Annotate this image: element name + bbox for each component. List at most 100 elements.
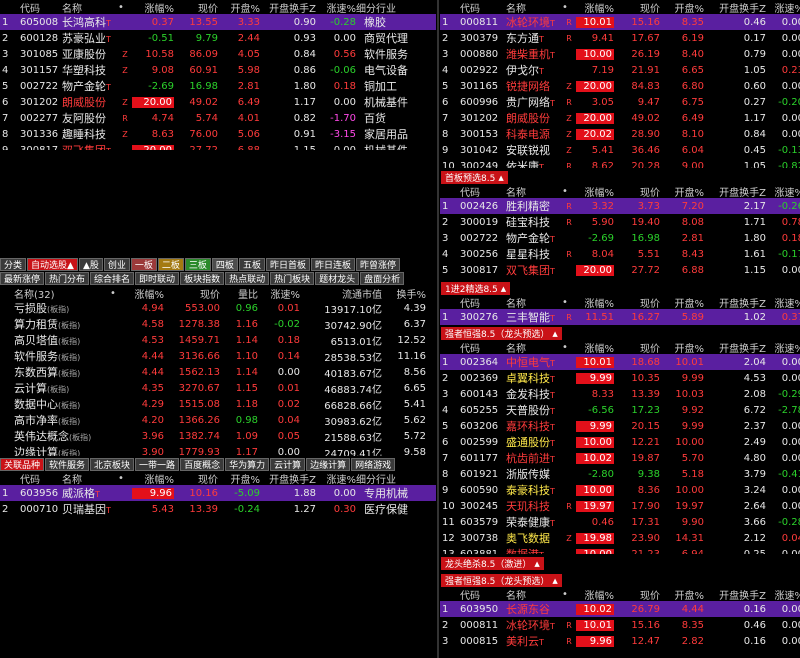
table-row[interactable]: 11 603579 荣泰健康T 0.46 17.31 9.90 3.66 -0.28 (440, 514, 800, 530)
col-header[interactable]: • (110, 288, 118, 299)
table-row[interactable]: 1 002426 胜利精密 R 3.32 3.73 7.20 2.17 -0.26 (440, 198, 800, 214)
table-row[interactable]: 4 002922 伊戈尔T 7.19 21.91 6.65 1.05 0.23 (440, 62, 800, 78)
board4-title[interactable]: 龙头绝杀8.5（激进） ▲ (441, 557, 544, 570)
col-header[interactable]: 涨速% (316, 471, 356, 486)
col-header[interactable]: 现价 (614, 0, 660, 15)
tab-tabs1-2[interactable]: ▲股 (78, 258, 103, 271)
table-row[interactable]: 10 300249 依米康T R 8.62 20.28 9.00 1.05 -0.82 (440, 158, 800, 168)
tab-tabs2-7[interactable]: 题材龙头 (315, 272, 360, 285)
col-header[interactable]: 涨速% (766, 0, 800, 15)
table-row[interactable]: 1 605008 长鸿高科T 0.37 13.55 3.33 0.90 -0.28 橡胶 (0, 14, 436, 30)
col-header[interactable]: 换手% (382, 286, 426, 301)
table-row[interactable]: 1 603956 威派格T 9.96 10.16 -5.09 1.88 0.00 专用机械 (0, 485, 436, 501)
table-row[interactable]: 4 300256 星星科技 R 8.04 5.51 8.43 1.61 -0.17 (440, 246, 800, 262)
col-header[interactable]: 名称 (506, 0, 562, 15)
col-header[interactable]: • (118, 473, 132, 484)
col-header[interactable]: 名称 (506, 184, 562, 199)
tab-tabs3-8[interactable]: 网络游戏 (351, 458, 396, 471)
col-header[interactable]: 开盘% (660, 587, 704, 602)
table-row[interactable]: 7 601177 杭齿前进T 10.02 19.87 5.70 4.80 0.00 (440, 450, 800, 466)
col-header[interactable]: 开盘换手Z (260, 0, 316, 15)
board5-title[interactable]: 强者恒强8.5（龙头预选） ▲ (441, 574, 562, 587)
sector-row[interactable]: 高贝塔值(板指) 4.53 1459.71 1.14 0.18 6513.01亿 12.52 (0, 332, 436, 348)
col-header[interactable]: 细分行业 (356, 471, 420, 486)
col-header[interactable]: 开盘% (660, 295, 704, 310)
table-row[interactable]: 3 301085 亚康股份 Z 10.58 86.09 4.05 0.84 0.56 软件服务 (0, 46, 436, 62)
col-header[interactable]: 涨速% (766, 340, 800, 355)
table-row[interactable]: 2 002369 卓翼科技T 9.99 10.35 9.99 4.53 0.00 (440, 370, 800, 386)
col-header[interactable]: 代码 (460, 184, 506, 199)
tab-tabs1-4[interactable]: 一板 (130, 258, 157, 271)
col-header[interactable]: • (562, 2, 576, 13)
col-header[interactable]: 开盘% (218, 0, 260, 15)
col-header[interactable]: 代码 (460, 587, 506, 602)
table-row[interactable]: 12 300738 奥飞数据 Z 19.98 23.90 14.31 2.12 0.04 (440, 530, 800, 546)
col-header[interactable]: 涨幅% (118, 286, 164, 301)
tab-tabs3-5[interactable]: 华为算力 (225, 458, 270, 471)
tab-tabs2-8[interactable]: 盘面分析 (360, 272, 405, 285)
sector-row[interactable]: 英伟达概念(板指) 3.96 1382.74 1.09 0.05 21588.63亿 5.7… (0, 428, 436, 444)
col-header[interactable]: 代码 (460, 340, 506, 355)
sector-row[interactable]: 数据中心(板指) 4.29 1515.08 1.18 0.02 66828.66亿 5.41 (0, 396, 436, 412)
tab-tabs3-1[interactable]: 软件服务 (45, 458, 90, 471)
table-row[interactable]: 3 000815 美利云T R 9.96 12.47 2.82 0.16 0.00 (440, 633, 800, 649)
table-row[interactable]: 5 300817 双飞集团T 20.00 27.72 6.88 1.15 0.00 (440, 262, 800, 278)
col-header[interactable]: 现价 (614, 587, 660, 602)
col-header[interactable]: 涨幅% (576, 0, 614, 15)
col-header[interactable]: 代码 (20, 0, 62, 15)
col-header[interactable]: 涨幅% (576, 184, 614, 199)
table-row[interactable]: 1 300276 三丰智能T R 11.51 16.27 5.89 1.02 0.37 (440, 309, 800, 325)
tab-tabs3-3[interactable]: 一带一路 (135, 458, 180, 471)
tab-tabs1-1[interactable]: 自动选股▲ (27, 258, 78, 271)
sector-row[interactable]: 算力租赁(板指) 4.58 1278.38 1.16 -0.02 30742.90亿 6.3… (0, 316, 436, 332)
col-header[interactable]: 涨幅% (132, 471, 174, 486)
table-row[interactable]: 2 000710 贝瑞基因T 5.43 13.39 -0.24 1.27 0.30 医疗保健 (0, 501, 436, 517)
col-header[interactable]: 开盘换手Z (704, 587, 766, 602)
board2-title[interactable]: 1进2精选8.5 ▲ (441, 282, 511, 295)
tab-tabs2-1[interactable]: 热门分布 (45, 272, 90, 285)
col-header[interactable]: 开盘换手Z (704, 0, 766, 15)
tab-tabs3-2[interactable]: 北京板块 (90, 458, 135, 471)
col-header[interactable]: 开盘% (660, 184, 704, 199)
tab-tabs1-3[interactable]: 创业 (103, 258, 130, 271)
col-header[interactable]: 现价 (614, 184, 660, 199)
table-row[interactable]: 10 300245 天玑科技 R 19.97 17.90 19.97 2.64 0.00 (440, 498, 800, 514)
col-header[interactable]: 涨速% (258, 286, 300, 301)
table-row[interactable]: 7 301202 朗威股份 Z 20.00 49.02 6.49 1.17 0.00 (440, 110, 800, 126)
tab-tabs2-2[interactable]: 综合排名 (90, 272, 135, 285)
tab-tabs1-8[interactable]: 五板 (238, 258, 265, 271)
col-header[interactable]: 名称 (62, 0, 118, 15)
col-header[interactable]: 代码 (20, 471, 62, 486)
table-row[interactable]: 3 600143 金发科技T 8.33 13.39 10.03 2.08 -0.29 (440, 386, 800, 402)
table-row[interactable]: 2 600128 苏豪弘业T -0.51 9.79 2.44 0.93 0.00 商贸代理 (0, 30, 436, 46)
tab-tabs1-10[interactable]: 昨日连板 (310, 258, 355, 271)
col-header[interactable]: 量比 (220, 286, 258, 301)
table-row[interactable]: 6 002599 盛通股份T 10.00 12.21 10.00 2.49 0.00 (440, 434, 800, 450)
col-header[interactable]: • (562, 342, 576, 353)
table-row[interactable]: 8 301336 趣睡科技 Z 8.63 76.00 5.06 0.91 -3.15 家居用品 (0, 126, 436, 142)
col-header[interactable]: 开盘% (218, 471, 260, 486)
table-row[interactable]: 3 000880 潍柴重机T 10.00 26.19 8.40 0.79 0.00 (440, 46, 800, 62)
col-header[interactable]: 涨速% (766, 587, 800, 602)
col-header[interactable]: 名称(32) (14, 286, 110, 301)
table-row[interactable]: 9 301042 安联锐视 Z 5.41 36.46 6.04 0.45 -0.13 (440, 142, 800, 158)
table-row[interactable]: 4 605255 天普股份T -6.56 17.23 9.92 6.72 -2.78 (440, 402, 800, 418)
tab-tabs1-11[interactable]: 昨曾涨停 (355, 258, 400, 271)
tab-tabs3-6[interactable]: 云计算 (270, 458, 306, 471)
sector-row[interactable]: 亏损股(板指) 4.94 553.00 0.96 0.01 13917.10亿 4.39 (0, 300, 436, 316)
col-header[interactable]: 代码 (460, 0, 506, 15)
col-header[interactable]: 现价 (614, 340, 660, 355)
tab-tabs1-7[interactable]: 四板 (211, 258, 238, 271)
col-header[interactable]: 代码 (460, 295, 506, 310)
table-row[interactable]: 8 601921 浙版传媒 -2.80 9.38 5.18 3.79 -0.41 (440, 466, 800, 482)
table-row[interactable]: 9 300817双飞集团T 20.00 27.72 6.88 1.15 0.00机械基件 (0, 142, 436, 150)
sector-row[interactable]: 软件服务(板指) 4.44 3136.66 1.10 0.14 28538.53亿 11.1… (0, 348, 436, 364)
table-row[interactable]: 5 301165 锐捷网络 Z 20.00 84.83 6.80 0.60 0.00 (440, 78, 800, 94)
tab-tabs3-7[interactable]: 边缘计算 (306, 458, 351, 471)
tab-tabs1-0[interactable]: 分类 (0, 258, 27, 271)
col-header[interactable]: 涨幅% (576, 587, 614, 602)
col-header[interactable]: 开盘换手Z (704, 295, 766, 310)
col-header[interactable]: 名称 (506, 340, 562, 355)
col-header[interactable]: 流通市值 (300, 286, 382, 301)
table-row[interactable]: 2 000811 冰轮环境T R 10.01 15.16 8.35 0.46 0.00 (440, 617, 800, 633)
